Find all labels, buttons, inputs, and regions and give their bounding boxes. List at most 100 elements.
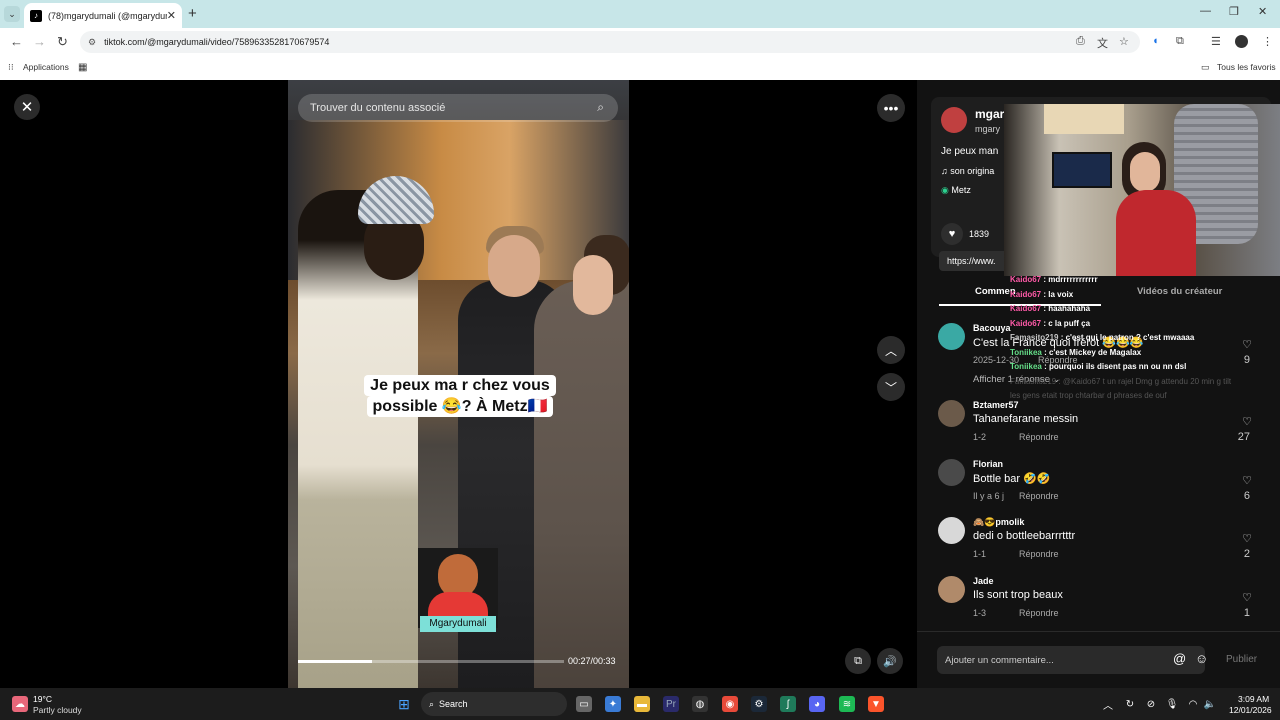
tab-search-icon[interactable]: ⌄ xyxy=(4,6,20,22)
bookmarks-bar: ⁝⁝ Applications ▦ ▭ Tous les favoris xyxy=(0,56,1280,80)
apps-grid-icon[interactable]: ⁝⁝ xyxy=(8,62,14,73)
comment-heart-icon[interactable]: ♡ xyxy=(1242,474,1252,487)
chat-line: Kaido67 : mdrrrrrrrrrrrr xyxy=(1010,273,1280,288)
app-icon[interactable]: ʃ xyxy=(780,696,796,712)
minimize-icon[interactable]: — xyxy=(1200,5,1211,17)
webcam-streamer xyxy=(1130,152,1160,192)
weather-icon[interactable]: ☁ xyxy=(12,696,28,712)
location-tag[interactable]: ◉ Metz xyxy=(941,185,971,196)
caption-line: possible 😂? À Metz🇫🇷 xyxy=(366,396,554,417)
steam-icon[interactable]: ⚙ xyxy=(751,696,767,712)
chrome-icon[interactable]: ◉ xyxy=(722,696,738,712)
copy-link-field[interactable]: https://www. xyxy=(939,251,1009,271)
comment-user[interactable]: Florian xyxy=(973,459,1003,469)
comment-user[interactable]: Bacouya xyxy=(973,323,1011,333)
music-info[interactable]: ♫ son origina xyxy=(941,166,994,176)
video-progress-bar[interactable] xyxy=(298,660,564,663)
site-info-icon[interactable]: ⚙ xyxy=(88,37,96,48)
link-text: https://www. xyxy=(947,256,996,266)
clock-date[interactable]: 12/01/2026 xyxy=(1229,705,1272,715)
extensions-icon[interactable]: ⧉ xyxy=(1176,35,1184,48)
taskbar-search[interactable]: ⌕ Search xyxy=(421,692,567,716)
comment-avatar[interactable] xyxy=(938,459,965,486)
more-options-button[interactable]: ••• xyxy=(877,94,905,122)
comment-avatar[interactable] xyxy=(938,576,965,603)
microphone-icon[interactable]: 🎙 xyxy=(1164,696,1180,712)
picture-in-picture-icon[interactable]: ⧉ xyxy=(845,648,871,674)
bookmark-star-icon[interactable]: ☆ xyxy=(1119,35,1129,48)
add-comment-bar: Ajouter un commentaire... @ ☺ Publier xyxy=(917,631,1280,688)
install-app-icon[interactable]: ⎙ xyxy=(1076,35,1085,48)
reply-link[interactable]: Répondre xyxy=(1019,608,1059,618)
spotify-icon[interactable]: ≋ xyxy=(839,696,855,712)
tray-app-icon[interactable]: ↻ xyxy=(1122,696,1138,712)
publish-button[interactable]: Publier xyxy=(1226,654,1257,665)
menu-kebab-icon[interactable]: ⋮ xyxy=(1262,35,1273,48)
comment-input[interactable]: Ajouter un commentaire... xyxy=(937,646,1205,674)
comment-avatar[interactable] xyxy=(938,400,965,427)
file-explorer-icon[interactable]: ▬ xyxy=(634,696,650,712)
forward-icon[interactable]: → xyxy=(33,34,46,49)
widgets-icon[interactable]: ✦ xyxy=(605,696,621,712)
volume-icon[interactable]: 🔊 xyxy=(877,648,903,674)
close-video-button[interactable]: ✕ xyxy=(14,94,40,120)
extension-audio-icon[interactable]: ◖ xyxy=(1152,35,1159,47)
webcam-room xyxy=(1044,104,1124,134)
chat-msg: : pourquoi ils disent pas nn ou nn dsl xyxy=(1041,362,1187,371)
next-video-button[interactable]: ﹀ xyxy=(877,373,905,401)
obs-icon[interactable]: ◍ xyxy=(692,696,708,712)
address-bar-row: ← → ↻ ⚙ tiktok.com/@mgarydumali/video/75… xyxy=(0,28,1280,56)
back-icon[interactable]: ← xyxy=(10,34,23,49)
webcam-overlay xyxy=(1004,104,1280,276)
bookmark-all-favorites[interactable]: Tous les favoris xyxy=(1217,62,1276,72)
restore-icon[interactable]: ❐ xyxy=(1229,5,1239,18)
comment-user[interactable]: 🙈😎pmolik xyxy=(973,517,1024,528)
clock-time[interactable]: 3:09 AM xyxy=(1238,694,1269,704)
reload-icon[interactable]: ↻ xyxy=(57,34,68,50)
reply-link[interactable]: Répondre xyxy=(1019,549,1059,559)
translate-icon[interactable]: 文 xyxy=(1097,35,1108,51)
tray-chevron-icon[interactable]: ︿ xyxy=(1100,696,1116,712)
video-player[interactable]: Trouver du contenu associé ⌕ Je peux ma … xyxy=(288,80,629,688)
media-control-icon[interactable]: ☰ xyxy=(1211,35,1221,48)
browser-tab-strip: ⌄ ♪ (78)mgarydumali (@mgarydumali ✕ + — … xyxy=(0,0,1280,28)
comment-user[interactable]: Jade xyxy=(973,576,994,586)
browser-tab[interactable]: ♪ (78)mgarydumali (@mgarydumali ✕ xyxy=(24,3,182,28)
mention-icon[interactable]: @ xyxy=(1173,651,1186,666)
wifi-icon[interactable]: ◠ xyxy=(1185,696,1201,712)
previous-video-button[interactable]: ︿ xyxy=(877,336,905,364)
tray-network-off-icon[interactable]: ⊘ xyxy=(1143,696,1159,712)
comment-avatar[interactable] xyxy=(938,323,965,350)
webcam-streamer xyxy=(1116,190,1196,276)
tab-groups-icon[interactable]: ▦ xyxy=(78,62,87,73)
premiere-icon[interactable]: Pr xyxy=(663,696,679,712)
bookmark-applications[interactable]: Applications xyxy=(23,62,69,72)
windows-start-icon[interactable]: ⊞ xyxy=(396,696,412,712)
comment-avatar[interactable] xyxy=(938,517,965,544)
comment-heart-icon[interactable]: ♡ xyxy=(1242,591,1252,604)
close-tab-icon[interactable]: ✕ xyxy=(167,9,176,22)
creator-avatar[interactable] xyxy=(941,107,967,133)
url-field[interactable]: ⚙ tiktok.com/@mgarydumali/video/75896335… xyxy=(80,31,1140,53)
reply-link[interactable]: Répondre xyxy=(1019,491,1059,501)
task-view-icon[interactable]: ▭ xyxy=(576,696,592,712)
comment-heart-icon[interactable]: ♡ xyxy=(1242,415,1252,428)
progress-fill xyxy=(298,660,373,663)
comment-heart-icon[interactable]: ♡ xyxy=(1242,532,1252,545)
creator-name[interactable]: mgar xyxy=(975,107,1004,121)
reply-link[interactable]: Répondre xyxy=(1019,432,1059,442)
new-tab-icon[interactable]: + xyxy=(188,5,197,22)
close-window-icon[interactable]: ✕ xyxy=(1258,5,1267,18)
chat-line: Toniikea : pourquoi ils disent pas nn ou… xyxy=(1010,360,1280,375)
brave-icon[interactable]: ▼ xyxy=(868,696,884,712)
emoji-icon[interactable]: ☺ xyxy=(1195,651,1208,666)
related-content-search[interactable]: Trouver du contenu associé ⌕ xyxy=(298,94,618,122)
caption-line: Je peux ma r chez vous xyxy=(364,375,556,396)
heart-icon[interactable]: ♥ xyxy=(941,223,963,245)
comment-like-count: 1 xyxy=(1243,607,1250,619)
search-icon[interactable]: ⌕ xyxy=(597,100,604,115)
chat-line-faded: Famasito219 : @Kaido67 t un rajel Dmg g … xyxy=(1010,376,1232,386)
discord-icon[interactable]: ◕ xyxy=(809,696,825,712)
profile-avatar[interactable] xyxy=(1235,35,1248,48)
speaker-icon[interactable]: 🔈 xyxy=(1202,696,1218,712)
